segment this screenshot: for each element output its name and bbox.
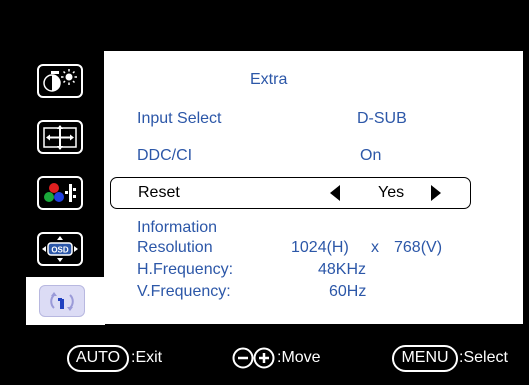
osd-badge-label: OSD [51, 246, 69, 255]
auto-action-label: :Exit [131, 349, 163, 366]
sidebar-item-extra[interactable] [26, 277, 105, 325]
color-icon [44, 183, 76, 202]
reset-label: Reset [138, 184, 180, 201]
sidebar-item-brightness[interactable] [37, 64, 83, 98]
ddc-ci-label[interactable]: DDC/CI [137, 146, 192, 166]
menu-key[interactable]: MENU [392, 345, 458, 372]
h-frequency-value: 48KHz [318, 261, 367, 278]
resolution-horizontal: 1024(H) [291, 239, 349, 256]
resolution-separator: x [371, 239, 379, 256]
menu-action-label: :Select [459, 349, 508, 366]
input-select-value[interactable]: D-SUB [357, 109, 407, 129]
input-select-label[interactable]: Input Select [137, 109, 222, 129]
reset-value: Yes [378, 184, 405, 201]
resolution-label: Resolution [137, 239, 213, 256]
h-frequency-label: H.Frequency: [137, 261, 234, 278]
v-frequency-value: 60Hz [329, 283, 367, 300]
arrow-left-icon[interactable] [329, 185, 341, 201]
reset-row[interactable]: Reset Yes [110, 177, 471, 209]
arrow-right-icon[interactable] [430, 185, 442, 201]
minus-plus-icon[interactable] [232, 346, 276, 370]
sidebar-item-color[interactable] [37, 176, 83, 210]
osd-settings-icon: OSD [42, 236, 78, 262]
move-action-label: :Move [277, 349, 321, 366]
menu-title: Extra [250, 71, 288, 88]
resolution-vertical: 768(V) [394, 239, 443, 256]
sidebar-item-osd[interactable]: OSD [37, 232, 83, 266]
information-heading: Information [137, 219, 218, 236]
sidebar-item-position[interactable] [37, 120, 83, 154]
brightness-contrast-icon [43, 69, 77, 92]
auto-key[interactable]: AUTO [67, 345, 129, 372]
v-frequency-label: V.Frequency: [137, 283, 231, 300]
ddc-ci-value[interactable]: On [360, 146, 381, 166]
extra-icon [50, 292, 74, 311]
position-icon [43, 125, 77, 150]
